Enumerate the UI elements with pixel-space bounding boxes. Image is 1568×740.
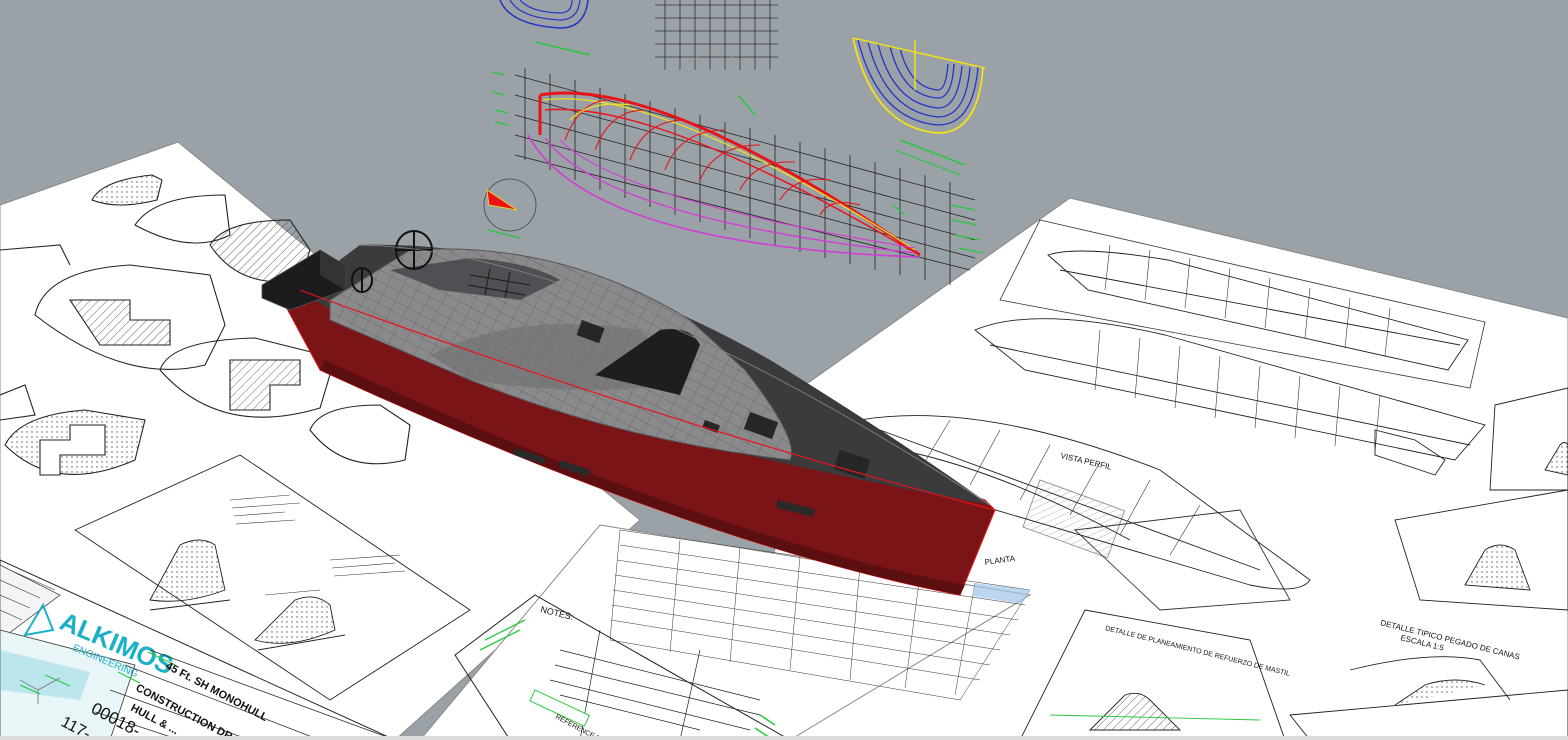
body-plan-top-left — [499, 0, 591, 56]
section-circle-detail — [483, 178, 537, 239]
viewport-bottom-border — [0, 736, 1568, 740]
lines-plan-profile — [491, 68, 984, 285]
grid-lines-top — [655, 0, 778, 116]
rhino-viewport[interactable]: ALKIMOS ENGINEERING 45 Ft. SH MONOHULL C… — [0, 0, 1568, 740]
body-plan-sections — [852, 37, 986, 176]
